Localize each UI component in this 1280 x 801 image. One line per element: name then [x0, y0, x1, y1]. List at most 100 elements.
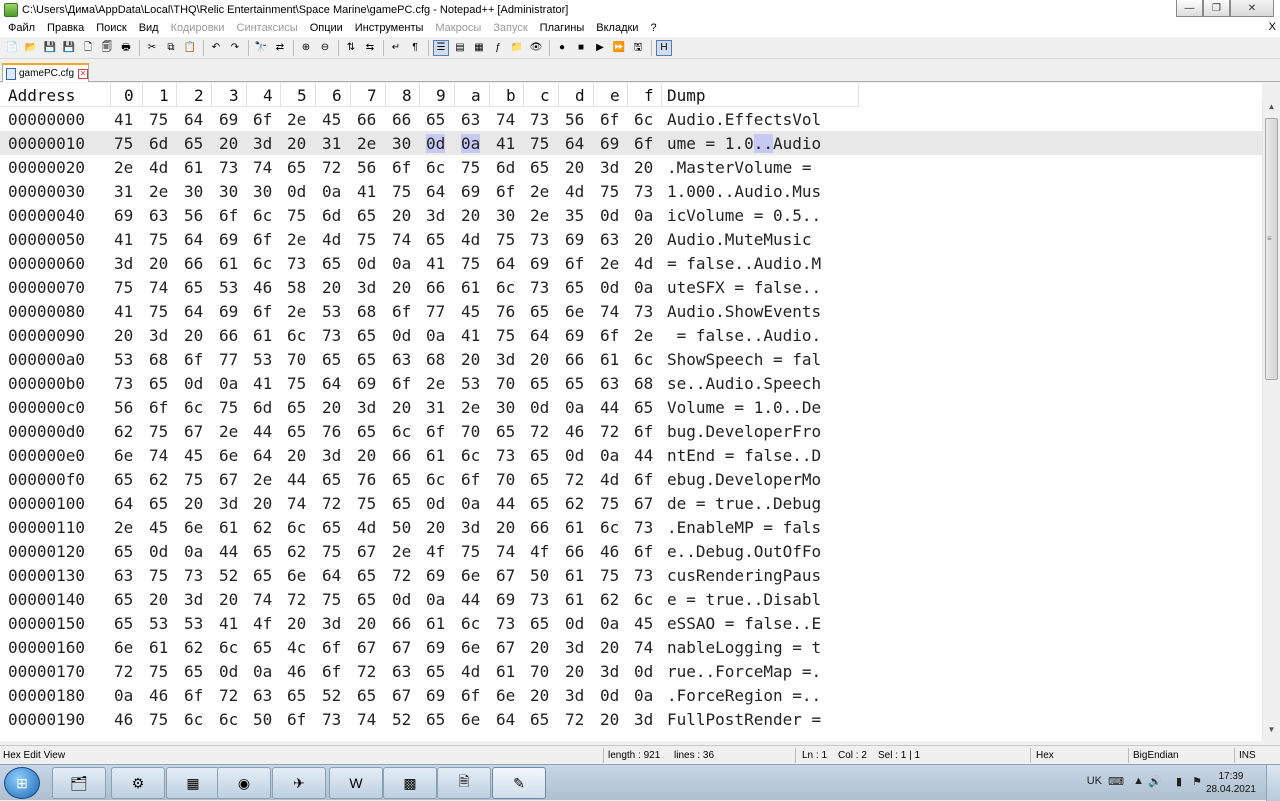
byte-cell[interactable]: 20	[634, 230, 653, 249]
byte-cell[interactable]: 61	[565, 518, 584, 537]
byte-cell[interactable]: 6e	[219, 446, 238, 465]
byte-cell[interactable]: 65	[530, 158, 549, 177]
hex-row[interactable]: 00000150 65 53 53 41 4f 20 3d 20 66 61 6c 73 65 0d 0a 45…	[0, 611, 1262, 635]
byte-cell[interactable]: 6c	[219, 710, 238, 729]
byte-cell[interactable]: 65	[253, 566, 272, 585]
byte-cell[interactable]: 20	[530, 638, 549, 657]
byte-cell[interactable]: 75	[357, 230, 376, 249]
byte-cell[interactable]: 41	[253, 374, 272, 393]
byte-cell[interactable]: 74	[149, 278, 168, 297]
byte-cell[interactable]: 66	[565, 350, 584, 369]
byte-cell[interactable]: 3d	[149, 326, 168, 345]
paste-icon[interactable]: 📋	[182, 40, 198, 56]
byte-cell[interactable]: 2e	[287, 302, 306, 321]
byte-cell[interactable]: 30	[253, 182, 272, 201]
byte-cell[interactable]: 63	[392, 662, 411, 681]
taskbar-control-panel[interactable]: ⚙	[111, 767, 165, 799]
byte-cell[interactable]: 46	[253, 278, 272, 297]
byte-cell[interactable]: 4d	[322, 230, 341, 249]
byte-cell[interactable]: 2e	[287, 110, 306, 129]
byte-cell[interactable]: 2e	[253, 470, 272, 489]
byte-cell[interactable]: 65	[149, 374, 168, 393]
hex-row[interactable]: 000000a0 53 68 6f 77 53 70 65 65 63 68 20 3d 20 66 61 6c…	[0, 347, 1262, 371]
hex-row[interactable]: 00000140 65 20 3d 20 74 72 75 65 0d 0a 44 69 73 61 62 6c…	[0, 587, 1262, 611]
byte-cell[interactable]: 6f	[634, 470, 653, 489]
byte-cell[interactable]: 70	[496, 470, 515, 489]
byte-cell[interactable]: 75	[149, 302, 168, 321]
maximize-button[interactable]: ❐	[1203, 0, 1230, 17]
byte-cell[interactable]: 73	[634, 302, 653, 321]
keyboard-icon[interactable]: ⌨	[1108, 775, 1124, 788]
byte-cell[interactable]: 35	[565, 206, 584, 225]
byte-cell[interactable]: 65	[287, 686, 306, 705]
dump-cell[interactable]: Volume = 1.0..De	[667, 398, 821, 417]
hex-editor[interactable]: Address Dump 0123456789abcdef 00000000 41…	[0, 83, 1262, 741]
language-indicator[interactable]: UK	[1087, 775, 1102, 787]
byte-cell[interactable]: 41	[114, 110, 133, 129]
byte-cell[interactable]: 65	[357, 206, 376, 225]
byte-cell[interactable]: 73	[530, 110, 549, 129]
byte-cell[interactable]: 44	[287, 470, 306, 489]
byte-cell[interactable]: 4f	[253, 614, 272, 633]
byte-cell[interactable]: 6f	[392, 302, 411, 321]
byte-cell[interactable]: 6e	[496, 686, 515, 705]
byte-cell[interactable]: 65	[634, 398, 653, 417]
byte-cell[interactable]: 6c	[184, 398, 203, 417]
taskbar-resource-monitor[interactable]: ▦	[166, 767, 220, 799]
menu-item[interactable]: Инструменты	[349, 22, 430, 34]
byte-cell[interactable]: 64	[322, 374, 341, 393]
byte-cell[interactable]: 0a	[114, 686, 133, 705]
hex-row[interactable]: 00000080 41 75 64 69 6f 2e 53 68 6f 77 45 76 65 6e 74 73…	[0, 299, 1262, 323]
byte-cell[interactable]: 70	[496, 374, 515, 393]
byte-cell[interactable]: 65	[322, 518, 341, 537]
byte-cell[interactable]: 67	[392, 686, 411, 705]
byte-cell[interactable]: 20	[219, 590, 238, 609]
byte-cell[interactable]: 20	[392, 206, 411, 225]
byte-cell[interactable]: 63	[600, 374, 619, 393]
monitoring-icon[interactable]: 👁	[528, 40, 544, 56]
byte-cell[interactable]: 44	[219, 542, 238, 561]
byte-cell[interactable]: 74	[600, 302, 619, 321]
byte-cell[interactable]: 45	[149, 518, 168, 537]
byte-cell[interactable]: 75	[600, 494, 619, 513]
byte-cell[interactable]: 56	[565, 110, 584, 129]
byte-cell[interactable]: 3d	[600, 158, 619, 177]
byte-cell[interactable]: 6f	[184, 350, 203, 369]
byte-cell[interactable]: 69	[600, 134, 619, 153]
byte-cell[interactable]: 20	[287, 614, 306, 633]
notification-icon[interactable]: ⚑	[1192, 775, 1202, 788]
byte-cell[interactable]: 20	[461, 350, 480, 369]
byte-cell[interactable]: 0a	[426, 590, 445, 609]
udl-icon[interactable]: ▤	[452, 40, 468, 56]
byte-cell[interactable]: 65	[530, 710, 549, 729]
byte-cell[interactable]: 65	[357, 326, 376, 345]
dump-cell[interactable]: ebug.DeveloperMo	[667, 470, 821, 489]
byte-cell[interactable]: 63	[114, 566, 133, 585]
byte-cell[interactable]: 67	[357, 542, 376, 561]
byte-cell[interactable]: 65	[530, 302, 549, 321]
scroll-up-arrow-icon[interactable]: ▲	[1265, 102, 1278, 116]
byte-cell[interactable]: 65	[322, 470, 341, 489]
byte-cell[interactable]: 52	[322, 686, 341, 705]
dump-cell[interactable]: eSSAO = false..E	[667, 614, 821, 633]
hex-row[interactable]: 000000d0 62 75 67 2e 44 65 76 65 6c 6f 70 65 72 46 72 6f…	[0, 419, 1262, 443]
byte-cell[interactable]: 72	[287, 590, 306, 609]
byte-cell[interactable]: 74	[392, 230, 411, 249]
byte-cell[interactable]: 69	[461, 182, 480, 201]
hex-row[interactable]: 00000030 31 2e 30 30 30 0d 0a 41 75 64 69 6f 2e 4d 75 73…	[0, 179, 1262, 203]
byte-cell[interactable]: 66	[357, 110, 376, 129]
byte-cell[interactable]: 75	[114, 134, 133, 153]
byte-cell[interactable]: 0d	[426, 494, 445, 513]
byte-cell[interactable]: 53	[253, 350, 272, 369]
byte-cell[interactable]: 73	[530, 230, 549, 249]
byte-cell[interactable]: 61	[219, 518, 238, 537]
dump-cell[interactable]: se..Audio.Speech	[667, 374, 821, 393]
byte-cell[interactable]: 75	[322, 590, 341, 609]
byte-cell[interactable]: 63	[600, 230, 619, 249]
byte-cell[interactable]: 31	[426, 398, 445, 417]
close-window-button[interactable]: ✕	[1230, 0, 1274, 17]
byte-cell[interactable]: 6f	[149, 398, 168, 417]
byte-cell[interactable]: 75	[530, 134, 549, 153]
byte-cell[interactable]: 6c	[253, 254, 272, 273]
hex-row[interactable]: 00000190 46 75 6c 6c 50 6f 73 74 52 65 6e 64 65 72 20 3d…	[0, 707, 1262, 731]
